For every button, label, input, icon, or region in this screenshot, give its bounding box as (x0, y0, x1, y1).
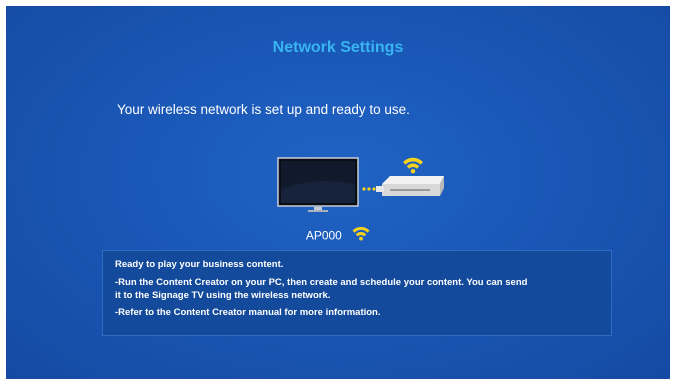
screen: Network Settings Your wireless network i… (0, 0, 676, 385)
info-line-manual: -Refer to the Content Creator manual for… (115, 306, 381, 318)
info-line-ready: Ready to play your business content. (115, 259, 284, 270)
access-point-name: AP000 (305, 228, 342, 243)
info-line-content-creator-2: it to the Signage TV using the wireless … (115, 290, 331, 301)
network-settings-panel: Network Settings Your wireless network i… (6, 6, 670, 379)
status-message: Your wireless network is set up and read… (117, 102, 410, 117)
info-box: Ready to play your business content. -Ru… (102, 250, 612, 336)
access-point-row: AP000 (6, 226, 670, 244)
page-title: Network Settings (272, 39, 404, 56)
tv-icon (277, 157, 359, 212)
wifi-signal-icon (352, 226, 370, 244)
wifi-signal-icon (403, 157, 423, 174)
info-line-content-creator-1: -Run the Content Creator on your PC, the… (115, 276, 528, 288)
router-icon (376, 176, 444, 196)
connection-illustration (272, 146, 452, 216)
